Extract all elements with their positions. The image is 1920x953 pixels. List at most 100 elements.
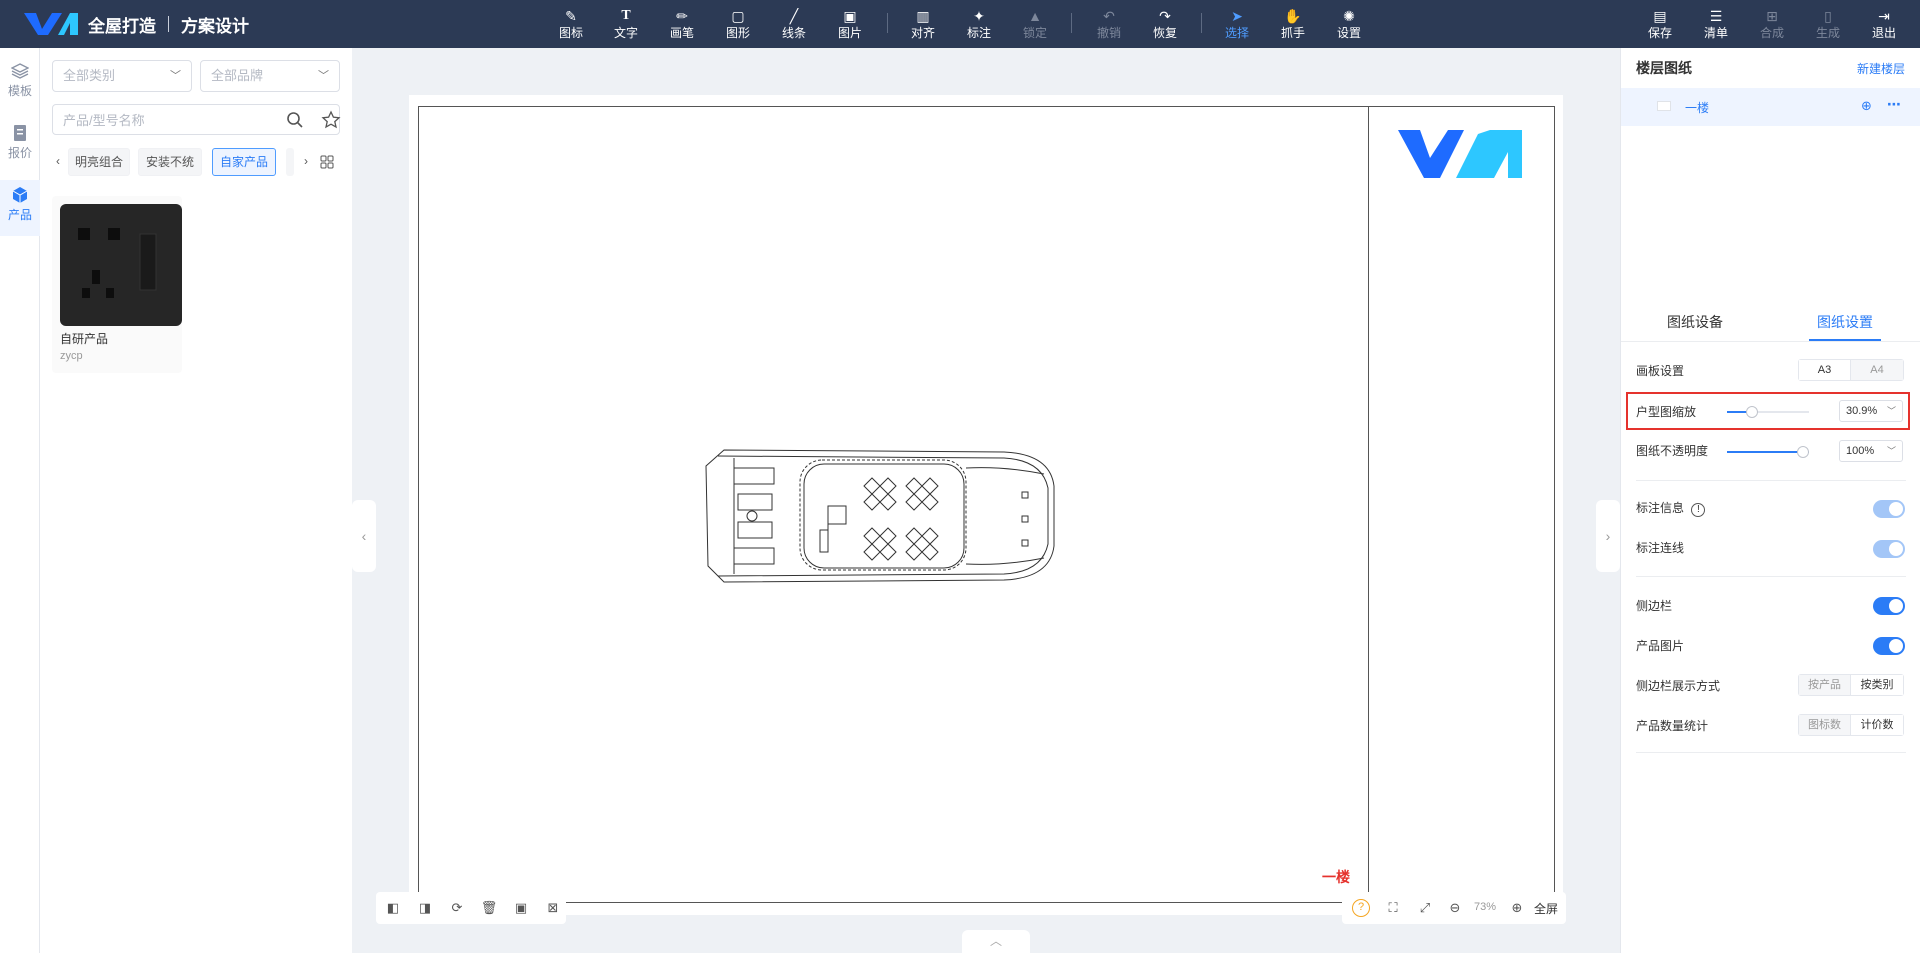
annotation-line-toggle[interactable] (1873, 540, 1905, 558)
zoom-out-icon[interactable]: ⊖ (1446, 899, 1464, 917)
chevron-down-icon: ﹀ (1886, 446, 1896, 456)
tab-drawing-settings[interactable]: 图纸设置 (1817, 312, 1873, 332)
toolbar-divider (1071, 13, 1072, 33)
floor-item[interactable]: 一楼 ⊕ ⋯ (1621, 88, 1920, 126)
tool-line[interactable]: ╱ 线条 (774, 6, 814, 44)
count-by-icon[interactable]: 图标数 (1799, 715, 1851, 735)
compose-icon: ⊞ (1766, 8, 1778, 24)
product-code: zycp (60, 350, 83, 362)
tool-settings[interactable]: ✺ 设置 (1329, 6, 1369, 44)
chip-install[interactable]: 安装不统 (138, 148, 202, 176)
lock-icon: ▲ (1028, 8, 1042, 24)
grid-view-icon[interactable] (320, 155, 334, 169)
opacity-slider[interactable] (1727, 446, 1809, 458)
opacity-slider-thumb[interactable] (1797, 446, 1809, 458)
chevron-left-icon[interactable]: ‹ (52, 148, 64, 176)
mode-by-product[interactable]: 按产品 (1799, 675, 1851, 695)
tool-text[interactable]: T 文字 (606, 6, 646, 44)
product-name: 自研产品 (60, 332, 109, 346)
group-icon[interactable]: ▣ (512, 899, 530, 917)
chevron-down-icon: ﹀ (170, 70, 181, 82)
info-icon[interactable]: ! (1691, 503, 1706, 517)
compose-button[interactable]: ⊞ 合成 (1752, 6, 1792, 44)
delete-icon[interactable]: 🗑 (480, 899, 498, 917)
chevron-down-icon: ﹀ (318, 70, 329, 82)
tab-drawing-devices[interactable]: 图纸设备 (1667, 312, 1723, 332)
board-a4-option[interactable]: A4 (1851, 360, 1903, 380)
chip-bright[interactable]: 明亮组合 (68, 148, 130, 176)
new-floor-button[interactable]: 新建楼层 (1857, 60, 1905, 77)
product-image-toggle[interactable] (1873, 637, 1905, 655)
brand-select[interactable]: 全部品牌 ﹀ (200, 60, 340, 92)
tool-lock[interactable]: ▲ 锁定 (1015, 6, 1055, 44)
zoom-in-icon[interactable]: ⊕ (1508, 899, 1526, 917)
opacity-dropdown[interactable]: 100% ﹀ (1839, 440, 1903, 462)
generate-button[interactable]: ▯ 生成 (1808, 6, 1848, 44)
layer-back-icon[interactable]: ◨ (416, 899, 434, 917)
category-select[interactable]: 全部类别 ﹀ (52, 60, 192, 92)
annotation-info-toggle[interactable] (1873, 500, 1905, 518)
exit-button[interactable]: ⇥ 退出 (1864, 6, 1904, 44)
ungroup-icon[interactable]: ⊠ (544, 899, 562, 917)
layer-front-icon[interactable]: ◧ (384, 899, 402, 917)
brush-icon: ✏ (676, 8, 688, 24)
chevron-down-icon: ﹀ (1886, 406, 1896, 416)
tool-select[interactable]: ➤ 选择 (1217, 6, 1257, 44)
tool-align[interactable]: ▥ 对齐 (903, 6, 943, 44)
line-icon: ╱ (789, 8, 799, 24)
zoom-level: 73% (1474, 901, 1497, 913)
chevron-right-icon[interactable]: › (300, 148, 312, 176)
floor-plan-drawing[interactable] (704, 446, 1056, 586)
tool-hand[interactable]: ✋ 抓手 (1273, 6, 1313, 44)
save-icon: ▤ (1653, 8, 1667, 24)
add-drawing-icon[interactable]: ⊕ (1861, 98, 1872, 114)
tool-brush[interactable]: ✏ 画笔 (662, 6, 702, 44)
scale-slider-thumb[interactable] (1746, 406, 1758, 418)
floor-drawings-title: 楼层图纸 (1636, 60, 1692, 76)
generate-icon: ▯ (1824, 8, 1832, 24)
chip-own-product[interactable]: 自家产品 (212, 148, 276, 176)
active-tab-indicator (1809, 339, 1881, 341)
sidebar-toggle[interactable] (1873, 597, 1905, 615)
scale-dropdown[interactable]: 30.9% ﹀ (1839, 400, 1903, 422)
save-button[interactable]: ▤ 保存 (1640, 6, 1680, 44)
divider (1636, 576, 1906, 577)
top-toolbar: 全屋打造 方案设计 ✎ 图标 T 文字 ✏ 画笔 ▢ 图形 ╱ 线条 ▣ 图片 ▥ 对齐 ✦ 标… (0, 0, 1920, 48)
tool-undo[interactable]: ↶ 撤销 (1089, 6, 1129, 44)
scale-slider[interactable] (1727, 406, 1809, 418)
tool-redo[interactable]: ↷ 恢复 (1145, 6, 1185, 44)
product-card[interactable]: 自研产品 zycp (52, 196, 182, 373)
collapse-left-button[interactable]: ‹ (352, 500, 376, 572)
nav-template[interactable]: 模板 (0, 56, 40, 112)
search-icon[interactable] (286, 111, 304, 129)
fit-screen-icon[interactable]: ⛶ (1384, 899, 1402, 917)
nav-quote[interactable]: 报价 (0, 118, 40, 174)
tool-annotate[interactable]: ✦ 标注 (959, 6, 999, 44)
list-button[interactable]: ☰ 清单 (1696, 6, 1736, 44)
count-toggle: 图标数 计价数 (1798, 714, 1904, 736)
brand: 全屋打造 方案设计 (22, 0, 249, 48)
search-box (52, 104, 341, 135)
toolbar-divider (1201, 13, 1202, 33)
collapse-right-button[interactable]: › (1596, 500, 1620, 572)
layers-icon (11, 63, 29, 79)
opacity-label: 图纸不透明度 (1636, 444, 1709, 458)
rotate-icon[interactable]: ⟳ (448, 899, 466, 917)
help-icon[interactable]: ? (1352, 899, 1370, 917)
tool-shape[interactable]: ▢ 图形 (718, 6, 758, 44)
count-by-price[interactable]: 计价数 (1851, 715, 1903, 735)
floorplan-scale-label: 户型图缩放 (1636, 405, 1697, 419)
pin-icon: ✦ (973, 8, 985, 24)
cube-icon (12, 187, 28, 203)
more-icon[interactable]: ⋯ (1887, 96, 1901, 113)
board-a3-option[interactable]: A3 (1799, 360, 1851, 380)
favorite-star-icon[interactable] (321, 110, 341, 130)
expand-bottom-button[interactable]: ︿ (962, 930, 1030, 953)
tool-icon[interactable]: ✎ 图标 (551, 6, 591, 44)
mode-by-category[interactable]: 按类别 (1851, 675, 1903, 695)
fullscreen-button[interactable]: 全屏 (1534, 900, 1558, 917)
tool-image[interactable]: ▣ 图片 (830, 6, 870, 44)
nav-product[interactable]: 产品 (0, 180, 40, 236)
expand-icon[interactable]: ⤢ (1416, 899, 1434, 917)
search-input[interactable] (63, 110, 263, 130)
